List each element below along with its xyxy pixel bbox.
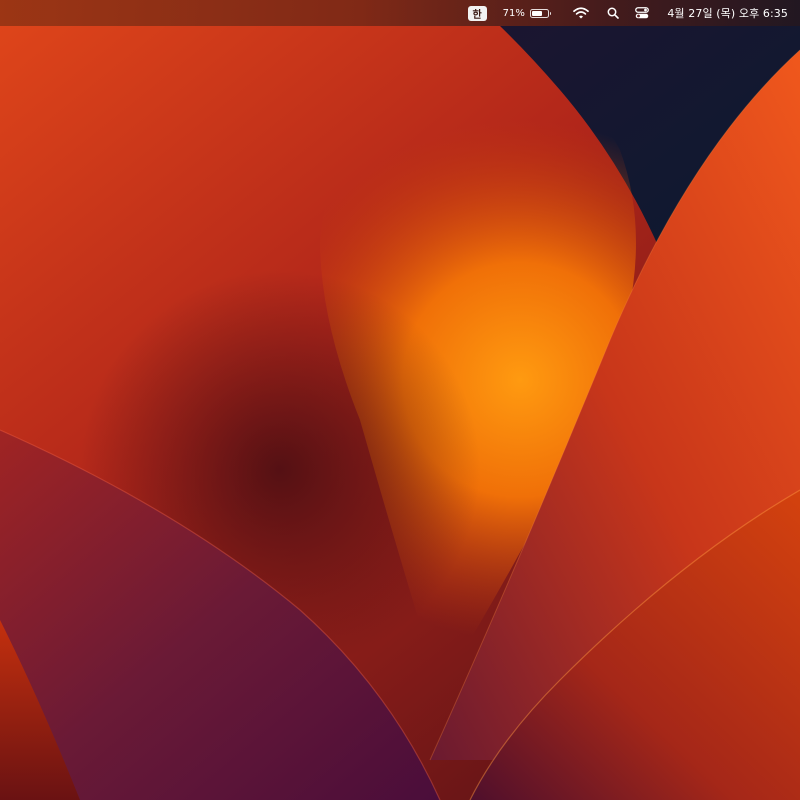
- wifi-icon: [573, 7, 590, 19]
- battery-level-fill: [531, 10, 543, 16]
- desktop: 한 71% 4월 27일 (목) 오후 6:35: [0, 0, 800, 800]
- wallpaper: [0, 0, 800, 800]
- wifi-menu[interactable]: [573, 0, 590, 26]
- menu-bar-clock[interactable]: 4월 27일 (목) 오후 6:35: [667, 0, 788, 26]
- control-center-icon: [635, 7, 650, 19]
- search-icon: [607, 7, 620, 19]
- battery-percent-label: 71%: [502, 7, 525, 19]
- input-source-menu[interactable]: 한: [467, 0, 487, 26]
- spotlight-search-button[interactable]: [607, 0, 620, 26]
- battery-terminal: [549, 11, 552, 15]
- control-center-button[interactable]: [635, 0, 650, 26]
- menu-bar: 한 71% 4월 27일 (목) 오후 6:35: [0, 0, 800, 26]
- input-source-badge: 한: [467, 5, 487, 21]
- battery-icon: [529, 8, 549, 18]
- battery-status[interactable]: 71%: [503, 0, 552, 26]
